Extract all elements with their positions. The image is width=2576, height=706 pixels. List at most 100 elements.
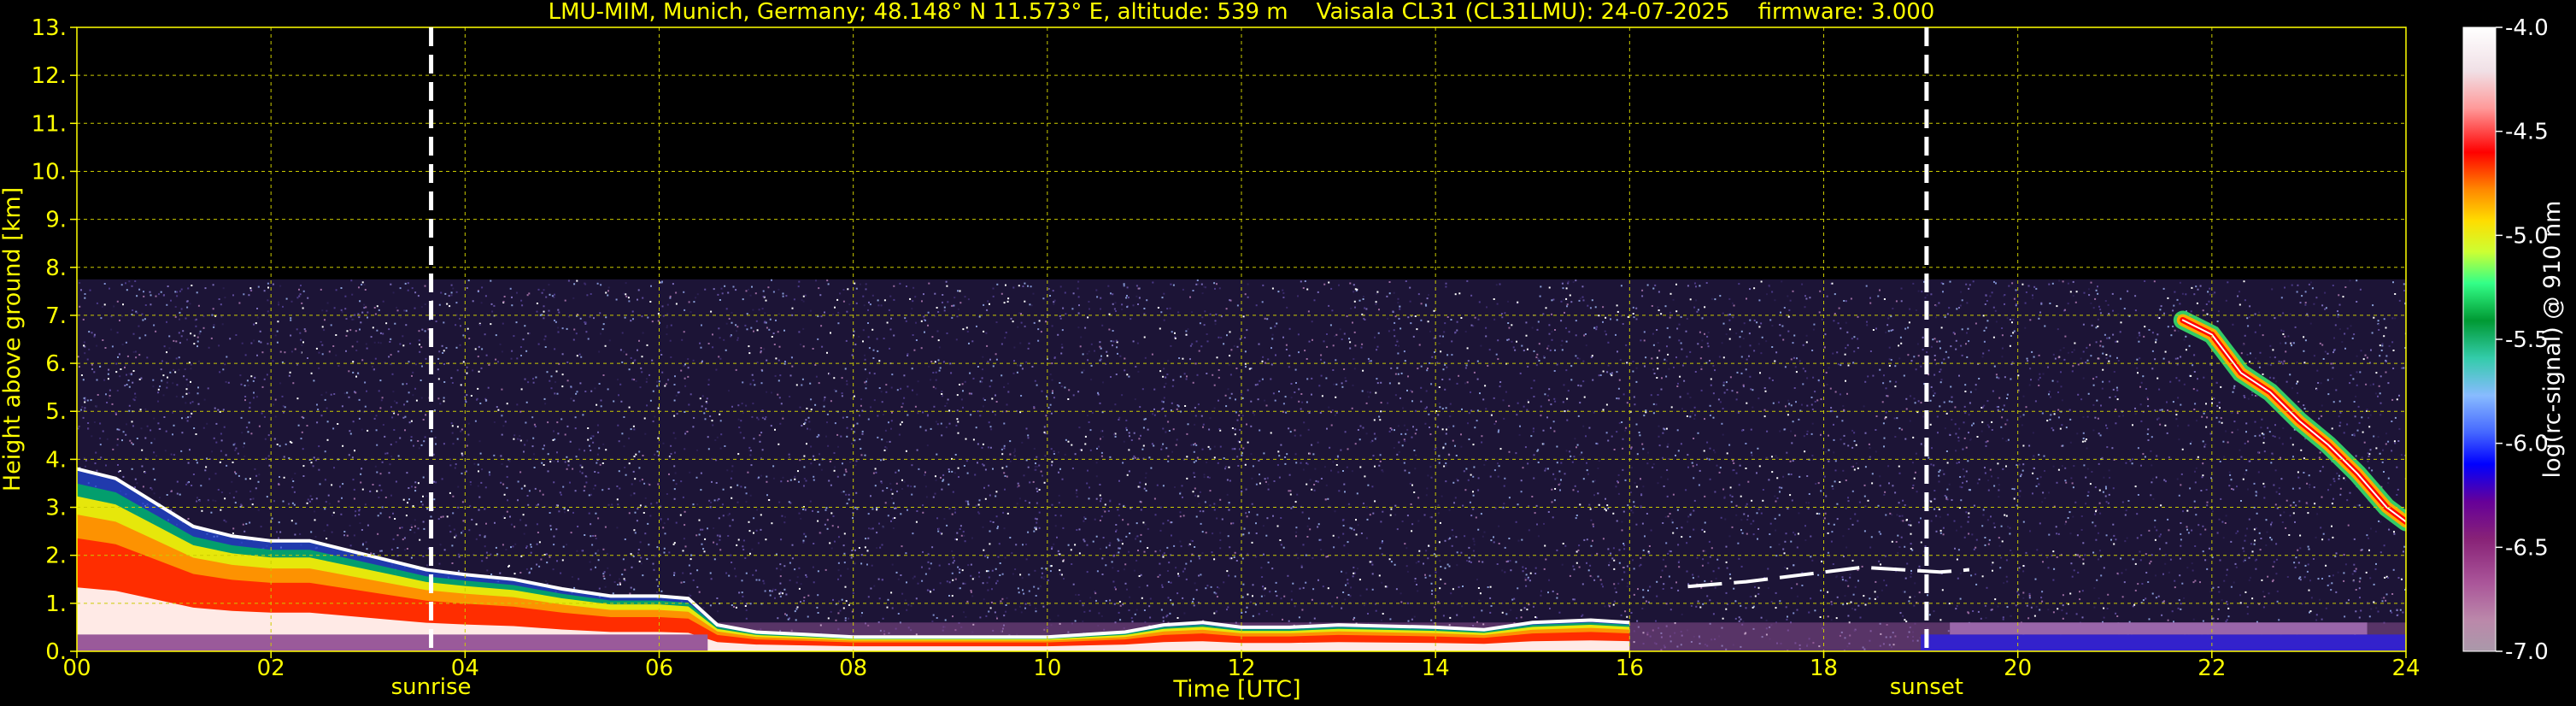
noise-speck <box>1537 321 1540 323</box>
noise-speck <box>1532 430 1534 432</box>
noise-speck <box>1892 485 1894 487</box>
noise-speck <box>2344 479 2347 481</box>
noise-speck <box>1810 556 1812 558</box>
noise-speck <box>1552 590 1554 592</box>
noise-speck <box>365 343 367 345</box>
noise-speck <box>602 443 605 445</box>
noise-speck <box>2334 324 2337 327</box>
noise-speck <box>399 343 402 345</box>
noise-speck <box>1704 521 1706 524</box>
noise-speck <box>1498 543 1500 544</box>
noise-speck <box>1337 471 1340 474</box>
noise-speck <box>1869 456 1871 458</box>
noise-speck <box>711 420 713 422</box>
noise-speck <box>1692 412 1693 414</box>
noise-speck <box>505 549 508 550</box>
noise-speck <box>1311 598 1313 601</box>
noise-speck <box>1194 415 1197 417</box>
noise-speck <box>1194 407 1196 409</box>
noise-speck <box>1994 598 1997 601</box>
noise-speck <box>2368 456 2370 457</box>
noise-speck <box>1429 427 1430 428</box>
noise-speck <box>2260 427 2262 429</box>
noise-speck <box>1345 572 1347 574</box>
noise-speck <box>184 368 186 370</box>
noise-speck <box>1667 353 1669 356</box>
noise-speck <box>731 497 733 499</box>
noise-speck <box>664 385 666 387</box>
noise-speck <box>1657 306 1659 309</box>
noise-speck <box>116 332 119 334</box>
noise-speck <box>1640 505 1642 507</box>
noise-speck <box>1019 364 1022 367</box>
noise-speck <box>1172 428 1175 431</box>
noise-speck <box>634 532 637 534</box>
noise-speck <box>223 426 226 428</box>
noise-speck <box>477 387 479 390</box>
noise-speck <box>1836 351 1839 354</box>
noise-speck <box>1146 299 1148 302</box>
noise-speck <box>1497 475 1499 478</box>
noise-speck <box>999 562 1001 564</box>
noise-speck <box>1215 313 1218 315</box>
noise-speck <box>989 446 992 449</box>
noise-speck <box>2205 489 2208 491</box>
noise-speck <box>801 425 803 427</box>
noise-speck <box>1223 581 1225 584</box>
noise-speck <box>466 287 468 289</box>
noise-speck <box>995 515 998 518</box>
noise-speck <box>1525 585 1528 587</box>
noise-speck <box>2103 607 2105 609</box>
noise-speck <box>2378 385 2380 387</box>
noise-speck <box>1013 360 1015 362</box>
noise-speck <box>185 417 187 420</box>
noise-speck <box>1342 525 1345 527</box>
noise-speck <box>1851 338 1853 340</box>
noise-speck <box>837 612 840 615</box>
noise-speck <box>625 295 628 297</box>
noise-speck <box>84 401 86 403</box>
noise-speck <box>813 479 815 481</box>
noise-speck <box>1851 559 1854 562</box>
noise-speck <box>2282 427 2285 429</box>
noise-speck <box>435 481 437 484</box>
noise-speck <box>1738 283 1740 285</box>
noise-speck <box>557 309 560 311</box>
noise-speck <box>467 279 470 282</box>
noise-speck <box>1335 333 1338 336</box>
noise-speck <box>1346 466 1348 468</box>
noise-speck <box>1501 611 1504 614</box>
noise-speck <box>735 606 737 609</box>
noise-speck <box>579 464 582 467</box>
noise-speck <box>1842 469 1845 472</box>
noise-speck <box>105 464 107 467</box>
noise-speck <box>1517 539 1520 542</box>
noise-speck <box>1354 306 1356 309</box>
noise-speck <box>2355 589 2357 591</box>
noise-speck <box>1633 316 1635 319</box>
noise-speck <box>1204 501 1206 503</box>
noise-speck <box>772 588 774 591</box>
noise-speck <box>126 423 127 426</box>
noise-speck <box>1270 432 1272 434</box>
noise-speck <box>1763 409 1766 411</box>
noise-speck <box>88 331 91 333</box>
noise-speck <box>1938 480 1940 483</box>
noise-speck <box>723 338 725 341</box>
noise-speck <box>1946 313 1949 315</box>
noise-speck <box>669 295 672 297</box>
noise-speck <box>392 291 395 294</box>
noise-speck <box>2150 560 2152 562</box>
noise-speck <box>1657 368 1659 370</box>
noise-speck <box>1431 593 1433 595</box>
noise-speck <box>414 387 416 390</box>
noise-speck <box>846 310 848 313</box>
noise-speck <box>611 503 613 506</box>
noise-speck <box>1786 618 1788 621</box>
noise-speck <box>867 309 869 311</box>
noise-speck <box>600 332 601 335</box>
noise-speck <box>1399 305 1401 308</box>
noise-speck <box>455 463 457 466</box>
noise-speck <box>249 478 251 480</box>
noise-speck <box>419 350 421 353</box>
